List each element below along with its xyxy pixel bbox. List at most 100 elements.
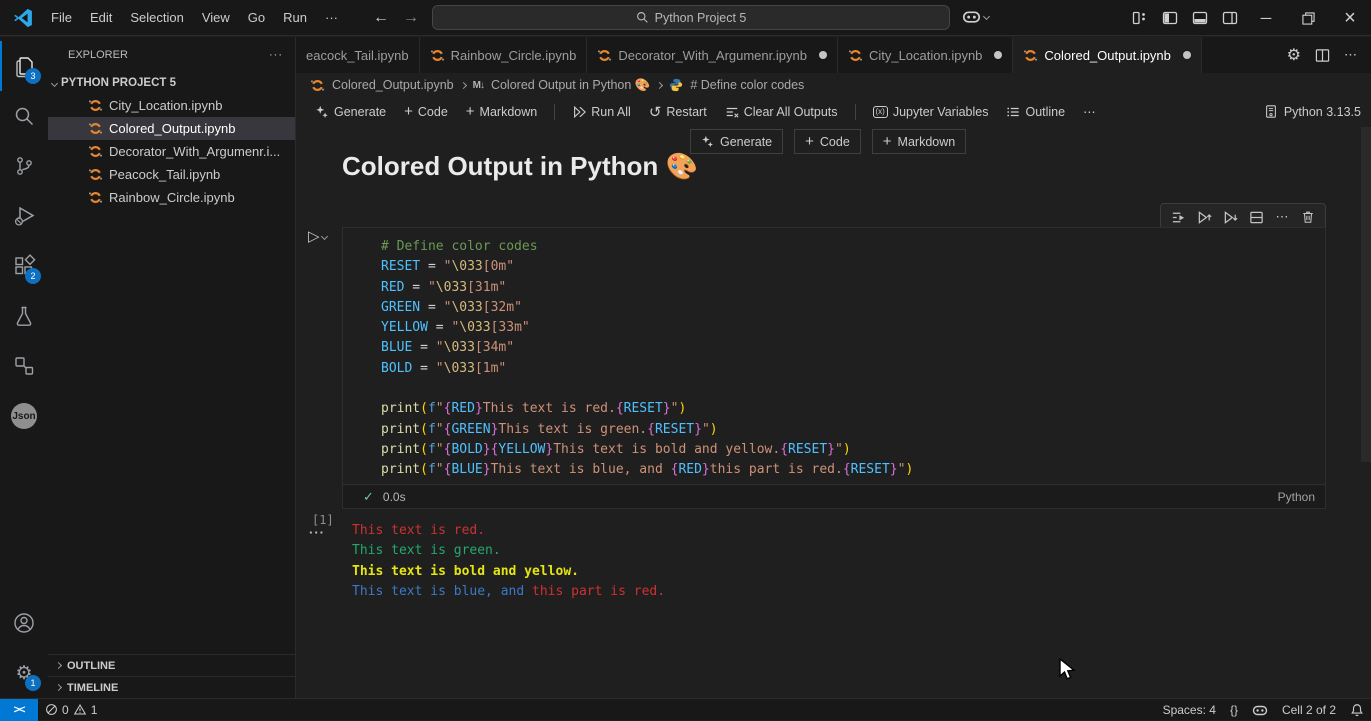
editor-tab[interactable]: City_Location.ipynb xyxy=(838,37,1013,73)
plus-icon: + xyxy=(805,133,814,150)
file-tree-item[interactable]: City_Location.ipynb xyxy=(48,94,295,117)
output-line: This text is blue, and this part is red. xyxy=(352,582,1326,602)
editor-more-actions[interactable]: ⋯ xyxy=(1344,47,1357,63)
notebook-icon xyxy=(848,48,863,63)
clear-all-outputs-button[interactable]: Clear All Outputs xyxy=(718,102,845,122)
run-all-button[interactable]: Run All xyxy=(565,102,638,122)
minimize-button[interactable]: ─ xyxy=(1245,0,1287,36)
code-line: YELLOW = "\033[33m" xyxy=(381,318,1325,338)
chevron-right-icon xyxy=(656,81,663,88)
accounts-icon[interactable] xyxy=(0,598,48,648)
output-more-actions[interactable]: ··· xyxy=(309,525,325,540)
success-check-icon: ✓ xyxy=(363,489,374,505)
outline-button[interactable]: Outline xyxy=(999,102,1072,122)
menu-[interactable]: ··· xyxy=(316,6,347,29)
run-cell-button[interactable]: ▷ xyxy=(308,227,320,245)
modified-dot[interactable] xyxy=(1183,51,1191,59)
split-cell-icon[interactable] xyxy=(1245,207,1267,227)
customize-layout-icon[interactable] xyxy=(1125,5,1155,31)
generate-button[interactable]: Generate xyxy=(308,102,393,122)
code-line xyxy=(381,379,1325,399)
output-line: This text is red. xyxy=(352,521,1326,541)
nav-forward-icon[interactable]: → xyxy=(403,9,419,27)
editor-tab[interactable]: Decorator_With_Argumenr.ipynb xyxy=(587,37,838,73)
breadcrumb-file[interactable]: Colored_Output.ipynb xyxy=(332,78,454,92)
language-brackets-indicator[interactable]: {} xyxy=(1223,699,1245,721)
add-markdown-cell-button[interactable]: + Markdown xyxy=(459,100,544,123)
restore-button[interactable] xyxy=(1287,0,1329,36)
kernel-picker[interactable]: Python 3.13.5 xyxy=(1284,105,1361,119)
extensions-icon[interactable]: 2 xyxy=(0,241,48,291)
toggle-secondary-sidebar-icon[interactable] xyxy=(1215,5,1245,31)
search-view-icon[interactable] xyxy=(0,91,48,141)
run-debug-icon[interactable] xyxy=(0,191,48,241)
search-placeholder: Python Project 5 xyxy=(655,11,747,25)
menu-go[interactable]: Go xyxy=(239,6,274,29)
menu-view[interactable]: View xyxy=(193,6,239,29)
plus-icon: + xyxy=(404,103,413,120)
outline-section[interactable]: OUTLINE xyxy=(48,654,295,676)
source-control-icon[interactable] xyxy=(0,141,48,191)
cell-more-actions[interactable]: ⋯ xyxy=(1271,207,1293,227)
code-editor[interactable]: # Define color codesRESET = "\033[0m"RED… xyxy=(343,228,1325,484)
menu-file[interactable]: File xyxy=(42,6,81,29)
command-center-search[interactable]: Python Project 5 xyxy=(432,5,950,30)
cell-language[interactable]: Python xyxy=(1278,490,1315,504)
menu-selection[interactable]: Selection xyxy=(121,6,192,29)
indentation-indicator[interactable]: Spaces: 4 xyxy=(1156,699,1223,721)
testing-icon[interactable] xyxy=(0,291,48,341)
jupyter-variables-button[interactable]: (x) Jupyter Variables xyxy=(866,102,996,122)
toolbar-more-actions[interactable]: ⋯ xyxy=(1076,101,1103,122)
explorer-icon[interactable]: 3 xyxy=(0,41,48,91)
file-tree-item[interactable]: Colored_Output.ipynb xyxy=(48,117,295,140)
editor-tab[interactable]: Rainbow_Circle.ipynb xyxy=(420,37,588,73)
markdown-cell-heading[interactable]: Colored Output in Python 🎨 xyxy=(342,151,698,182)
menu-edit[interactable]: Edit xyxy=(81,6,121,29)
menu-run[interactable]: Run xyxy=(274,6,316,29)
remote-indicator[interactable]: >< xyxy=(0,699,38,721)
timeline-section[interactable]: TIMELINE xyxy=(48,676,295,698)
notifications-bell-icon[interactable] xyxy=(1343,699,1371,721)
live-preview-icon[interactable] xyxy=(0,341,48,391)
execute-above-cells-icon[interactable] xyxy=(1193,207,1215,227)
outline-icon xyxy=(1006,105,1020,119)
run-by-line-icon[interactable] xyxy=(1167,207,1189,227)
execute-cell-and-below-icon[interactable] xyxy=(1219,207,1241,227)
code-line: print(f"{BOLD}{YELLOW}This text is bold … xyxy=(381,440,1325,460)
copilot-menu[interactable] xyxy=(962,7,989,26)
python-icon xyxy=(669,78,683,92)
file-tree-item[interactable]: Peacock_Tail.ipynb xyxy=(48,163,295,186)
add-code-cell-button[interactable]: + Code xyxy=(794,129,861,154)
toggle-primary-sidebar-icon[interactable] xyxy=(1155,5,1185,31)
run-options-chevron-icon[interactable] xyxy=(321,232,328,239)
restart-button[interactable]: ↺ Restart xyxy=(642,100,714,124)
problems-indicator[interactable]: 0 1 xyxy=(38,699,104,721)
nav-back-icon[interactable]: ← xyxy=(373,9,389,27)
add-code-cell-button[interactable]: + Code xyxy=(397,100,455,123)
editor-tab[interactable]: eacock_Tail.ipynb xyxy=(296,37,420,73)
tab-gear-icon[interactable]: ⚙ xyxy=(1287,45,1301,65)
modified-dot[interactable] xyxy=(994,51,1002,59)
editor-tab[interactable]: Colored_Output.ipynb xyxy=(1013,37,1201,73)
code-cell[interactable]: # Define color codesRESET = "\033[0m"RED… xyxy=(342,227,1326,509)
add-markdown-cell-button[interactable]: + Markdown xyxy=(872,129,966,154)
cell-position-indicator[interactable]: Cell 2 of 2 xyxy=(1275,699,1343,721)
breadcrumb-cell[interactable]: # Define color codes xyxy=(690,78,804,92)
file-tree-item[interactable]: Decorator_With_Argumenr.i... xyxy=(48,140,295,163)
copilot-status-icon[interactable] xyxy=(1245,699,1275,721)
explorer-more-actions[interactable]: ··· xyxy=(269,49,283,61)
split-editor-icon[interactable] xyxy=(1315,48,1330,63)
breadcrumb-section[interactable]: Colored Output in Python 🎨 xyxy=(491,78,650,93)
plus-icon: + xyxy=(466,103,475,120)
delete-cell-icon[interactable] xyxy=(1297,207,1319,227)
breadcrumb: Colored_Output.ipynb M↓ Colored Output i… xyxy=(296,73,1371,97)
modified-dot[interactable] xyxy=(819,51,827,59)
settings-gear-icon[interactable]: ⚙ 1 xyxy=(0,648,48,698)
close-button[interactable]: × xyxy=(1329,0,1371,36)
file-tree-item[interactable]: Rainbow_Circle.ipynb xyxy=(48,186,295,209)
editor-scrollbar[interactable] xyxy=(1361,127,1371,462)
toggle-panel-icon[interactable] xyxy=(1185,5,1215,31)
json-extension-icon[interactable]: Json xyxy=(0,391,48,441)
project-root-folder[interactable]: PYTHON PROJECT 5 xyxy=(48,72,295,94)
generate-button[interactable]: Generate xyxy=(690,129,783,154)
